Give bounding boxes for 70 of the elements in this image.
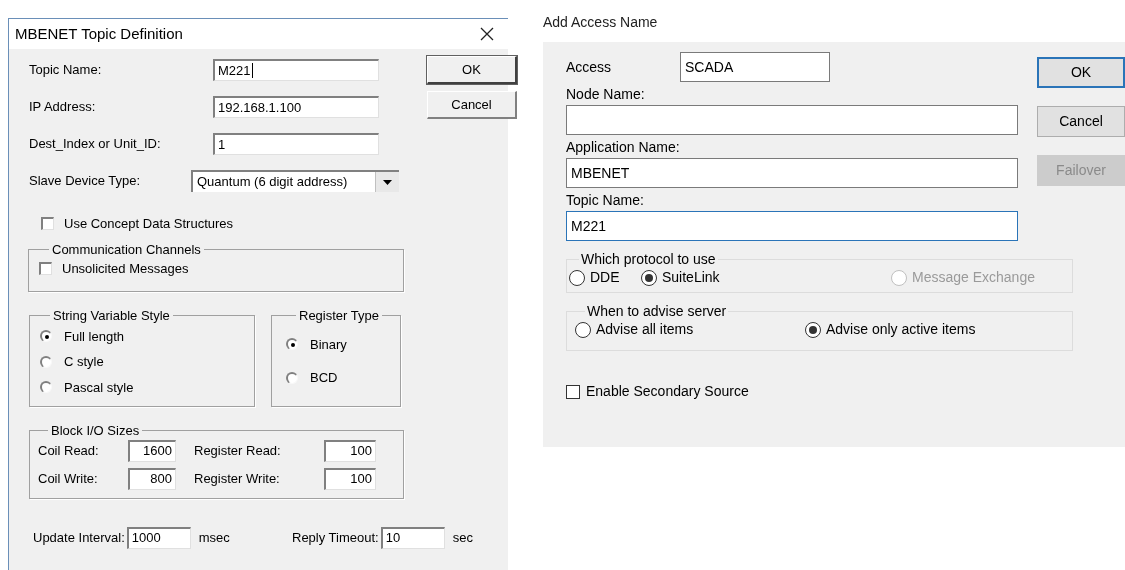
field-label: Slave Device Type: — [29, 172, 142, 191]
group-title: Register Type — [298, 307, 380, 323]
field-label: Dest_Index or Unit_ID: — [29, 135, 162, 154]
radio-label: Full length — [64, 327, 124, 346]
field-label: Topic Name: — [566, 191, 645, 209]
radio-button[interactable] — [641, 269, 657, 286]
radio-button[interactable] — [40, 355, 52, 368]
checkbox[interactable] — [39, 261, 52, 275]
radio-label: Message Exchange — [912, 268, 1035, 287]
radio-label: Advise all items — [596, 320, 694, 339]
text-field[interactable]: 10 — [380, 526, 445, 549]
radio-button[interactable] — [805, 321, 821, 338]
dialog-button[interactable]: Cancel — [427, 91, 517, 119]
caret-icon — [383, 179, 392, 185]
text-field[interactable]: 800 — [128, 467, 176, 490]
checkbox-label: Unsolicited Messages — [62, 259, 189, 278]
text-field[interactable]: 192.168.1.100 — [213, 96, 379, 118]
field-label: Access — [566, 57, 613, 77]
dialog-button[interactable]: OK — [427, 56, 517, 84]
text-field[interactable]: 1000 — [126, 526, 191, 549]
radio-label: Binary — [310, 335, 347, 354]
dialog-button: Failover — [1037, 155, 1125, 186]
text-field[interactable]: M221 — [213, 59, 379, 81]
checkbox-label: Enable Secondary Source — [586, 382, 749, 401]
text-field[interactable]: 1 — [213, 133, 379, 155]
radio-button[interactable] — [286, 371, 298, 384]
text-field[interactable]: SCADA — [680, 52, 830, 82]
radio-label: BCD — [310, 369, 338, 387]
checkbox[interactable] — [566, 384, 580, 399]
field-label: Update Interval: — [33, 528, 125, 547]
group-title: Which protocol to use — [580, 251, 717, 267]
field-label: Reply Timeout: — [292, 528, 379, 547]
group-title: Communication Channels — [51, 241, 202, 257]
radio-label: Pascal style — [64, 378, 134, 397]
field-label: Application Name: — [566, 138, 681, 156]
field-label: Register Write: — [194, 469, 281, 488]
window-title: MBENET Topic Definition — [15, 23, 183, 44]
group-title: Block I/O Sizes — [50, 422, 141, 438]
window-title: Add Access Name — [543, 12, 658, 32]
radio-button[interactable] — [286, 338, 298, 351]
field-label: Topic Name: — [29, 61, 103, 80]
unit-label: sec — [452, 528, 473, 547]
field-label: Register Read: — [194, 441, 282, 460]
radio-label: DDE — [590, 268, 620, 287]
text-field[interactable]: M221 — [566, 211, 1018, 241]
radio-button[interactable] — [575, 321, 591, 338]
dialog-button[interactable]: OK — [1037, 57, 1125, 88]
text-field[interactable] — [566, 105, 1018, 135]
radio-button[interactable] — [40, 381, 52, 394]
close-icon[interactable] — [480, 27, 494, 41]
group-title: When to advise server — [586, 303, 728, 319]
group-title: String Variable Style — [52, 307, 171, 323]
field-label: Coil Write: — [38, 469, 99, 488]
radio-label: SuiteLink — [662, 268, 720, 287]
radio-label: C style — [64, 353, 104, 371]
text-field[interactable]: 100 — [324, 467, 376, 490]
checkbox[interactable] — [41, 217, 54, 231]
field-label: Node Name: — [566, 85, 646, 103]
field-label: IP Address: — [29, 98, 97, 117]
dialog-button[interactable]: Cancel — [1037, 106, 1125, 137]
text-field[interactable]: 100 — [324, 439, 376, 462]
unit-label: msec — [198, 528, 230, 547]
radio-label: Advise only active items — [826, 320, 976, 339]
dropdown[interactable]: Quantum (6 digit address) — [191, 170, 399, 192]
radio-button[interactable] — [569, 269, 585, 286]
radio-button[interactable] — [40, 330, 52, 343]
text-field[interactable]: 1600 — [128, 439, 176, 462]
field-label: Coil Read: — [38, 441, 100, 460]
text-field[interactable]: MBENET — [566, 158, 1018, 188]
checkbox-label: Use Concept Data Structures — [64, 215, 234, 233]
